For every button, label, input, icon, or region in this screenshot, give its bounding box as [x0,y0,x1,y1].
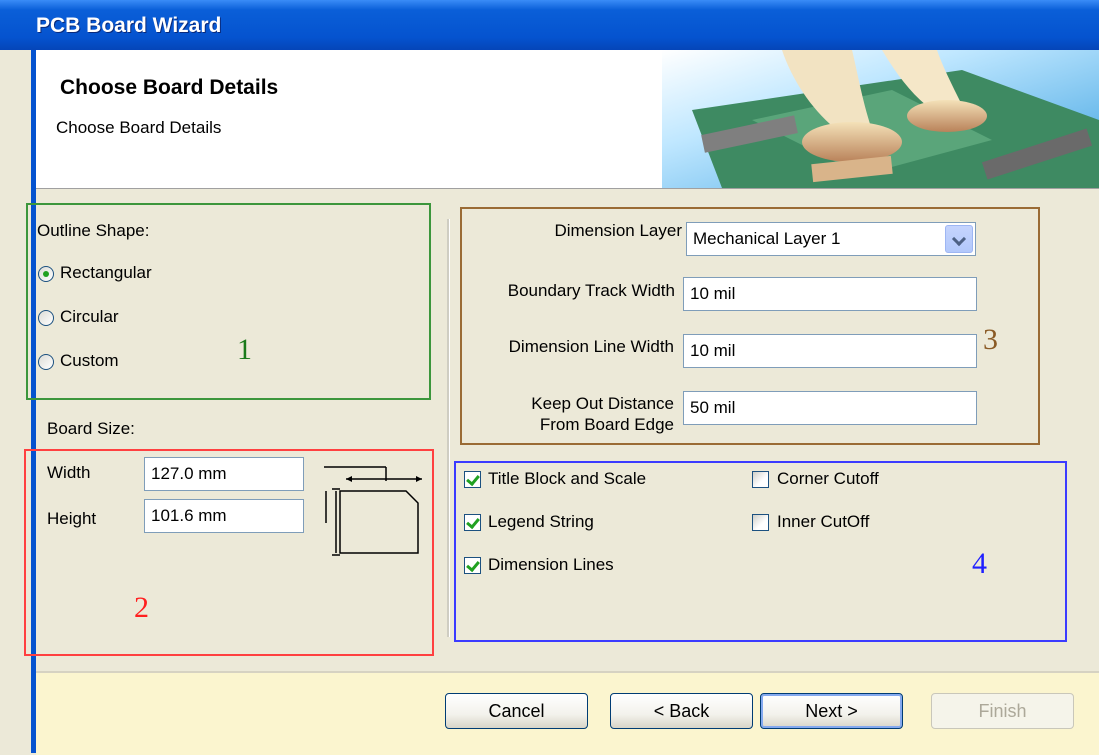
corner-cutoff-checkbox[interactable] [752,471,769,488]
wizard-footer: Cancel < Back Next > Finish [36,671,1099,755]
window-title: PCB Board Wizard [36,14,222,37]
dimension-line-width-label: Dimension Line Width [508,337,674,356]
annotation-marker-2: 2 [134,591,149,624]
back-button[interactable]: < Back [610,693,753,729]
boundary-track-width-label: Boundary Track Width [507,281,675,300]
annotation-marker-3: 3 [983,323,998,356]
radio-custom-label[interactable]: Custom [60,351,119,371]
outline-shape-label: Outline Shape: [37,221,150,240]
dimension-settings-group: Dimension Layer Mechanical Layer 1 Bound… [460,207,1040,445]
inner-cutoff-checkbox[interactable] [752,514,769,531]
board-size-label: Board Size: [47,419,135,438]
board-dimension-icon [324,466,422,556]
annotation-marker-1: 1 [237,333,252,366]
legend-string-checkbox[interactable] [464,514,481,531]
height-label: Height [47,509,97,528]
radio-circular-label[interactable]: Circular [60,307,119,327]
radio-rectangular-label[interactable]: Rectangular [60,263,152,283]
dimension-line-width-input[interactable]: 10 mil [683,334,977,368]
annotation-marker-4: 4 [972,547,987,580]
dimension-layer-value: Mechanical Layer 1 [693,229,841,248]
radio-circular[interactable] [38,310,54,326]
pcb-banner-image [662,50,1099,188]
chevron-down-icon[interactable] [945,225,973,253]
width-label: Width [47,463,91,482]
finish-button[interactable]: Finish [931,693,1074,729]
radio-custom[interactable] [38,354,54,370]
wizard-header: Choose Board Details Choose Board Detail… [36,50,1099,189]
board-options-group: Title Block and Scale Legend String Dime… [454,461,1067,642]
dimension-lines-label[interactable]: Dimension Lines [488,555,614,575]
dimension-lines-checkbox[interactable] [464,557,481,574]
vertical-separator [447,219,450,637]
legend-string-label[interactable]: Legend String [488,512,594,532]
dimension-layer-select[interactable]: Mechanical Layer 1 [686,222,976,256]
radio-rectangular[interactable] [38,266,54,282]
width-input[interactable]: 127.0 mm [144,457,304,491]
corner-cutoff-label[interactable]: Corner Cutoff [777,469,879,489]
title-block-label[interactable]: Title Block and Scale [488,469,646,489]
keep-out-distance-label: Keep Out Distance [531,394,674,413]
board-size-group: Width 127.0 mm Height 101.6 mm 2 [24,449,434,656]
keep-out-distance-input[interactable]: 50 mil [683,391,977,425]
height-input[interactable]: 101.6 mm [144,499,304,533]
title-bar[interactable]: PCB Board Wizard [0,0,1099,50]
title-block-checkbox[interactable] [464,471,481,488]
wizard-content: Outline Shape: Rectangular Circular Cust… [24,189,1099,671]
outline-shape-group: Outline Shape: Rectangular Circular Cust… [26,203,431,400]
keep-out-distance-label-line2: From Board Edge [539,415,674,434]
cancel-button[interactable]: Cancel [445,693,588,729]
inner-cutoff-label[interactable]: Inner CutOff [777,512,869,532]
boundary-track-width-input[interactable]: 10 mil [683,277,977,311]
next-button[interactable]: Next > [760,693,903,729]
dimension-layer-label: Dimension Layer [554,221,682,240]
page-title: Choose Board Details [60,76,279,99]
page-subtitle: Choose Board Details [56,118,222,137]
